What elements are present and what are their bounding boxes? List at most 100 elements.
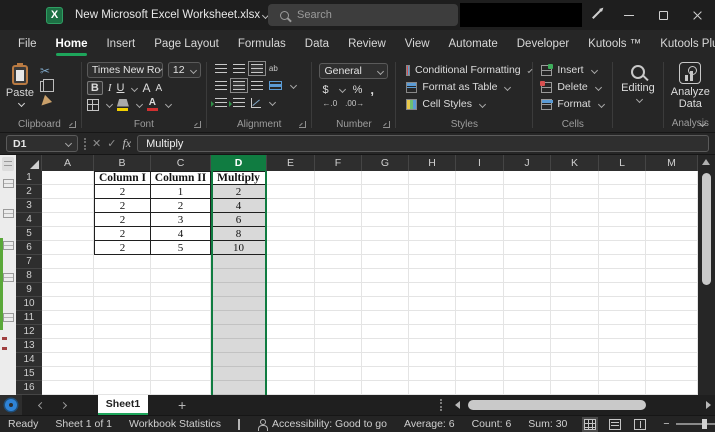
cell-D8[interactable]: [211, 269, 267, 283]
cell-B10[interactable]: [94, 297, 151, 311]
cell-F2[interactable]: [315, 185, 362, 199]
conditional-formatting-button[interactable]: Conditional Formatting: [406, 64, 532, 76]
align-center-button[interactable]: [229, 78, 248, 93]
cell-E8[interactable]: [267, 269, 315, 283]
zoom-slider[interactable]: [675, 419, 715, 429]
align-right-button[interactable]: [250, 81, 263, 90]
cell-F5[interactable]: [315, 227, 362, 241]
currency-button[interactable]: $: [322, 84, 328, 96]
table-icon[interactable]: [3, 273, 14, 282]
cell-K13[interactable]: [551, 339, 599, 353]
cell-M8[interactable]: [646, 269, 698, 283]
row-header-12[interactable]: 12: [16, 325, 42, 339]
search-input[interactable]: Search: [268, 4, 458, 26]
cell-B13[interactable]: [94, 339, 151, 353]
cell-L7[interactable]: [599, 255, 646, 269]
cell-F10[interactable]: [315, 297, 362, 311]
cell-I10[interactable]: [456, 297, 504, 311]
cell-M11[interactable]: [646, 311, 698, 325]
page-layout-view-button[interactable]: [609, 418, 622, 430]
cell-D11[interactable]: [211, 311, 267, 325]
cell-H4[interactable]: [409, 213, 456, 227]
cell-J11[interactable]: [504, 311, 551, 325]
name-box[interactable]: D1: [6, 135, 78, 152]
cell-G12[interactable]: [362, 325, 409, 339]
cell-G6[interactable]: [362, 241, 409, 255]
cell-E13[interactable]: [267, 339, 315, 353]
cell-A3[interactable]: [42, 199, 94, 213]
add-sheet-button[interactable]: +: [178, 397, 186, 413]
tab-formulas[interactable]: Formulas: [238, 30, 286, 58]
workbook-statistics-button[interactable]: Workbook Statistics: [129, 418, 221, 430]
cell-L9[interactable]: [599, 283, 646, 297]
cell-L13[interactable]: [599, 339, 646, 353]
cell-K12[interactable]: [551, 325, 599, 339]
cell-E7[interactable]: [267, 255, 315, 269]
column-header-E[interactable]: E: [267, 155, 315, 171]
document-title[interactable]: New Microsoft Excel Worksheet.xlsx: [75, 9, 270, 21]
cell-A9[interactable]: [42, 283, 94, 297]
cell-G8[interactable]: [362, 269, 409, 283]
cell-G9[interactable]: [362, 283, 409, 297]
cell-J2[interactable]: [504, 185, 551, 199]
cell-F3[interactable]: [315, 199, 362, 213]
row-header-1[interactable]: 1: [16, 171, 42, 185]
cell-C11[interactable]: [151, 311, 211, 325]
underline-button[interactable]: U: [117, 82, 125, 94]
tab-view[interactable]: View: [405, 30, 430, 58]
cell-M12[interactable]: [646, 325, 698, 339]
cell-I13[interactable]: [456, 339, 504, 353]
cell-L10[interactable]: [599, 297, 646, 311]
cell-M15[interactable]: [646, 367, 698, 381]
cell-F16[interactable]: [315, 381, 362, 395]
tab-review[interactable]: Review: [348, 30, 386, 58]
cell-H3[interactable]: [409, 199, 456, 213]
row-header-8[interactable]: 8: [16, 269, 42, 283]
vertical-scroll-thumb[interactable]: [702, 173, 711, 285]
column-header-G[interactable]: G: [362, 155, 409, 171]
increase-decimal-button[interactable]: ←.0: [322, 99, 337, 108]
column-header-B[interactable]: B: [94, 155, 151, 171]
enter-icon[interactable]: ✓: [107, 137, 116, 150]
tab-home[interactable]: Home: [55, 30, 87, 58]
cell-L2[interactable]: [599, 185, 646, 199]
tab-developer[interactable]: Developer: [517, 30, 569, 58]
select-all-button[interactable]: [16, 155, 42, 171]
row-header-16[interactable]: 16: [16, 381, 42, 395]
scroll-up-arrow[interactable]: [702, 159, 710, 165]
close-button[interactable]: [680, 0, 714, 30]
cell-K16[interactable]: [551, 381, 599, 395]
merge-center-button[interactable]: [268, 81, 282, 90]
cell-H7[interactable]: [409, 255, 456, 269]
cell-D7[interactable]: [211, 255, 267, 269]
cell-I7[interactable]: [456, 255, 504, 269]
tab-automate[interactable]: Automate: [449, 30, 498, 58]
sheet-tab-sheet1[interactable]: Sheet1: [98, 395, 148, 415]
cell-F14[interactable]: [315, 353, 362, 367]
column-header-C[interactable]: C: [151, 155, 211, 171]
minimize-button[interactable]: [612, 0, 646, 30]
format-painter-button[interactable]: [37, 94, 53, 110]
sheet-count-status[interactable]: Sheet 1 of 1: [55, 418, 112, 430]
increase-font-button[interactable]: A: [142, 81, 150, 95]
cell-E2[interactable]: [267, 185, 315, 199]
cell-styles-button[interactable]: Cell Styles: [406, 98, 530, 110]
cell-D15[interactable]: [211, 367, 267, 381]
row-header-3[interactable]: 3: [16, 199, 42, 213]
editing-button[interactable]: Editing: [615, 58, 660, 132]
alignment-dialog-launcher[interactable]: [299, 121, 307, 128]
cell-J7[interactable]: [504, 255, 551, 269]
cell-H11[interactable]: [409, 311, 456, 325]
tab-file[interactable]: File: [18, 30, 37, 58]
cell-C8[interactable]: [151, 269, 211, 283]
cell-L11[interactable]: [599, 311, 646, 325]
cell-H12[interactable]: [409, 325, 456, 339]
cancel-icon[interactable]: ✕: [92, 137, 101, 150]
zoom-out-button[interactable]: −: [663, 418, 669, 430]
cell-D1[interactable]: Multiply: [211, 171, 267, 185]
align-top-button[interactable]: [214, 64, 227, 73]
cell-K11[interactable]: [551, 311, 599, 325]
cell-M2[interactable]: [646, 185, 698, 199]
cell-K8[interactable]: [551, 269, 599, 283]
font-color-button[interactable]: A: [146, 98, 158, 111]
